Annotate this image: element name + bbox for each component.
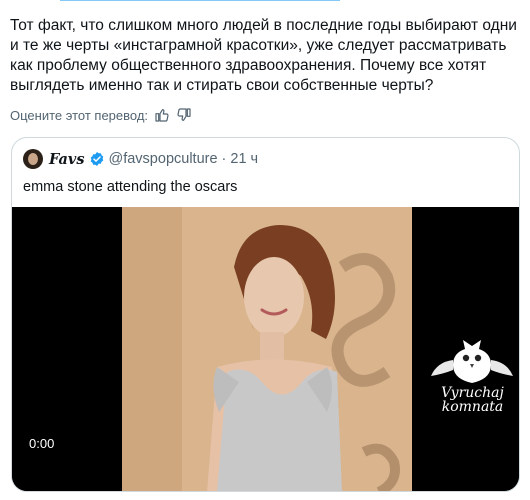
owl-logo-icon — [431, 340, 513, 383]
post-timestamp[interactable]: 21 ч — [230, 151, 258, 167]
video-duration: 0:00 — [29, 436, 55, 451]
separator-dot: · — [221, 151, 227, 167]
author-handle[interactable]: @favspopculture — [109, 151, 218, 167]
post-text: Тот факт, что слишком много людей в посл… — [10, 17, 517, 94]
verified-badge-icon — [90, 152, 103, 166]
rate-translation-label: Оцените этот перевод: — [10, 107, 149, 123]
watermark-line-2: komnata — [441, 399, 504, 415]
quoted-post[interactable]: Favs @favspopculture · 21 ч emma stone a… — [11, 137, 520, 492]
author-name[interactable]: Favs — [49, 151, 85, 168]
quoted-post-text: emma stone attending the oscars — [23, 179, 238, 195]
thumb-down-icon[interactable] — [176, 107, 192, 123]
thumb-up-icon[interactable] — [154, 107, 170, 123]
watermark: Vyruchaj komnata — [425, 338, 519, 423]
previous-content-edge — [60, 0, 340, 3]
avatar[interactable] — [23, 149, 43, 169]
quoted-post-header: Favs @favspopculture · 21 ч — [23, 149, 258, 169]
rate-translation-row: Оцените этот перевод: — [10, 106, 192, 124]
watermark-line-1: Vyruchaj — [441, 385, 504, 401]
